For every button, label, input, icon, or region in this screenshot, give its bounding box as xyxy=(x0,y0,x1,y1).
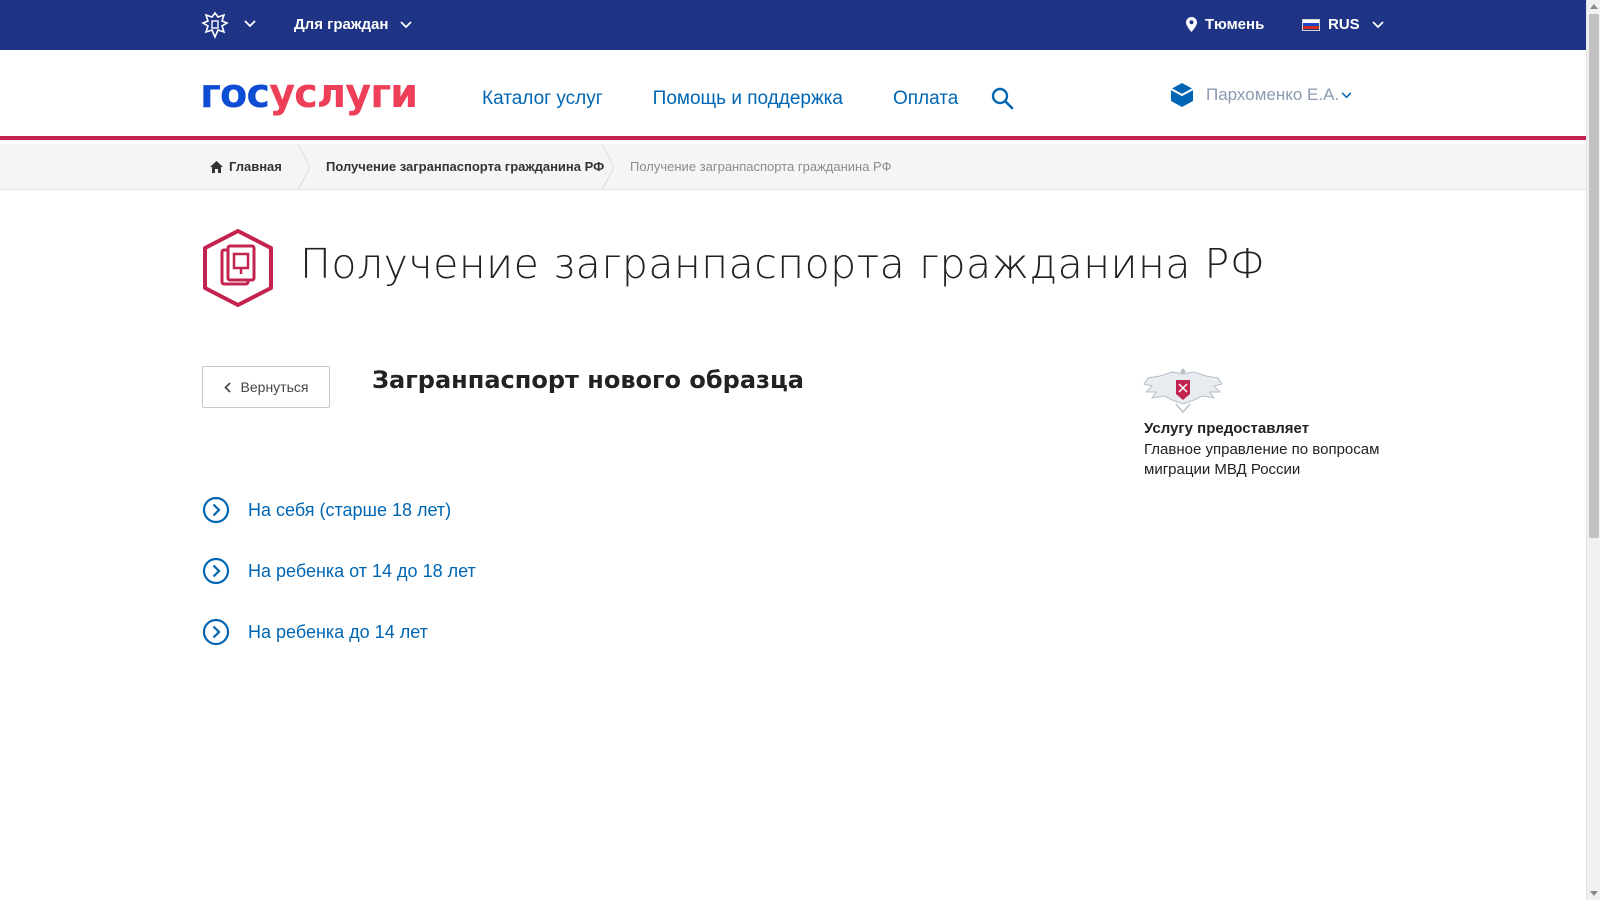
main-header: госуслуги Каталог услуг Помощь и поддерж… xyxy=(0,50,1586,140)
option-label: На себя (старше 18 лет) xyxy=(248,499,452,520)
home-icon xyxy=(210,160,223,173)
russian-emblem-icon[interactable] xyxy=(200,10,230,40)
russian-flag-icon xyxy=(1302,18,1320,31)
option-child-under-14[interactable]: На ребенка до 14 лет xyxy=(202,618,428,646)
option-adult[interactable]: На себя (старше 18 лет) xyxy=(202,496,451,524)
breadcrumb-home[interactable]: Главная xyxy=(210,159,282,174)
breadcrumb-current: Получение загранпаспорта гражданина РФ xyxy=(630,159,892,174)
section-subtitle: Загранпаспорт нового образца xyxy=(372,366,804,394)
scroll-up-icon[interactable] xyxy=(1590,4,1598,9)
language-label: RUS xyxy=(1328,16,1360,33)
circle-chevron-right-icon xyxy=(202,557,230,585)
back-label: Вернуться xyxy=(240,379,309,395)
circle-chevron-right-icon xyxy=(202,618,230,646)
breadcrumb-separator xyxy=(602,144,615,190)
passport-icon xyxy=(203,229,273,307)
audience-dropdown[interactable]: Для граждан xyxy=(294,16,413,33)
nav-payment[interactable]: Оплата xyxy=(893,88,958,110)
chevron-down-icon[interactable] xyxy=(244,20,256,28)
user-badge-icon xyxy=(1170,83,1194,107)
page-title: Получение загранпаспорта гражданина РФ xyxy=(300,240,1266,288)
audience-label: Для граждан xyxy=(294,16,389,33)
city-selector[interactable]: Тюмень xyxy=(1186,16,1264,33)
chevron-left-icon xyxy=(223,381,231,393)
nav-help[interactable]: Помощь и поддержка xyxy=(653,88,843,110)
location-pin-icon xyxy=(1186,17,1197,32)
scroll-down-icon[interactable] xyxy=(1590,891,1598,896)
search-icon[interactable] xyxy=(990,86,1014,110)
main-nav: Каталог услуг Помощь и поддержка Оплата xyxy=(482,88,958,110)
scroll-thumb[interactable] xyxy=(1589,14,1599,538)
top-bar: Для граждан Тюмень RUS xyxy=(0,0,1586,50)
gosuslugi-logo[interactable]: госуслуги xyxy=(200,74,418,114)
nav-catalog[interactable]: Каталог услуг xyxy=(482,88,603,110)
option-child-14-18[interactable]: На ребенка от 14 до 18 лет xyxy=(202,557,476,585)
language-selector[interactable]: RUS xyxy=(1302,16,1384,33)
back-button[interactable]: Вернуться xyxy=(202,366,330,408)
city-label: Тюмень xyxy=(1205,16,1265,33)
provider-label: Услугу предоставляет xyxy=(1144,420,1310,437)
mvd-emblem-icon xyxy=(1143,368,1223,414)
chevron-down-icon xyxy=(1341,91,1352,98)
user-name: Пархоменко Е.А. xyxy=(1206,85,1340,104)
page-scrollbar[interactable] xyxy=(1586,0,1600,900)
chevron-down-icon xyxy=(1372,20,1384,28)
breadcrumb-level2[interactable]: Получение загранпаспорта гражданина РФ xyxy=(326,159,604,174)
provider-name: Главное управление по вопросам миграции … xyxy=(1144,441,1380,478)
option-label: На ребенка от 14 до 18 лет xyxy=(248,560,476,581)
user-menu[interactable]: Пархоменко Е.А. xyxy=(1170,82,1352,108)
breadcrumb-separator xyxy=(298,144,311,190)
breadcrumb: Главная Получение загранпаспорта граждан… xyxy=(0,144,1586,190)
option-label: На ребенка до 14 лет xyxy=(248,621,428,642)
chevron-down-icon xyxy=(400,20,413,28)
circle-chevron-right-icon xyxy=(202,496,230,524)
